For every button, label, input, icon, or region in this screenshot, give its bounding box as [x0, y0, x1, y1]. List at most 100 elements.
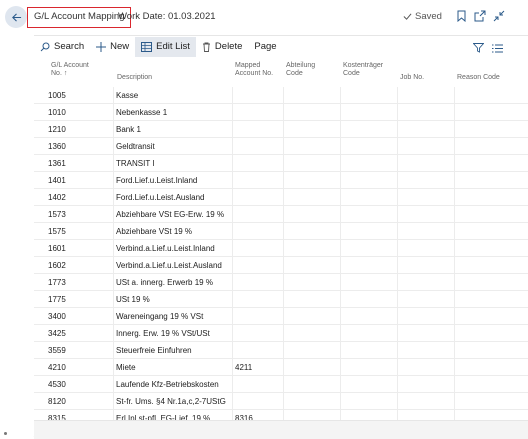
mapped-account-no-cell[interactable]: [232, 104, 283, 121]
kostentraeger-code-cell[interactable]: [340, 172, 397, 189]
gl-account-no-cell[interactable]: 3425: [46, 325, 96, 342]
kostentraeger-code-cell[interactable]: [340, 342, 397, 359]
description-cell[interactable]: Steuerfreie Einfuhren: [113, 342, 233, 359]
description-cell[interactable]: Laufende Kfz-Betriebskosten: [113, 376, 233, 393]
abteilung-code-cell[interactable]: [283, 138, 340, 155]
mapped-account-no-cell[interactable]: [232, 291, 283, 308]
job-no-cell[interactable]: [397, 257, 454, 274]
description-cell[interactable]: Kasse: [113, 87, 233, 104]
kostentraeger-code-cell[interactable]: [340, 274, 397, 291]
description-cell[interactable]: Wareneingang 19 % VSt: [113, 308, 233, 325]
table-row[interactable]: 1601 Verbind.a.Lief.u.Leist.Inland: [34, 240, 528, 257]
abteilung-code-cell[interactable]: [283, 121, 340, 138]
table-row[interactable]: 8120 St-fr. Ums. §4 Nr.1a,c,2-7UStG: [34, 393, 528, 410]
reason-code-cell[interactable]: [454, 393, 528, 410]
table-row[interactable]: 1360 Geldtransit: [34, 138, 528, 155]
reason-code-cell[interactable]: [454, 87, 528, 104]
table-row[interactable]: 3559 Steuerfreie Einfuhren: [34, 342, 528, 359]
gl-account-no-cell[interactable]: 8120: [46, 393, 96, 410]
job-no-cell[interactable]: [397, 189, 454, 206]
abteilung-code-cell[interactable]: [283, 342, 340, 359]
abteilung-code-cell[interactable]: [283, 325, 340, 342]
reason-code-cell[interactable]: [454, 359, 528, 376]
mapped-account-no-cell[interactable]: [232, 325, 283, 342]
mapped-account-no-cell[interactable]: [232, 206, 283, 223]
back-button[interactable]: [5, 6, 27, 28]
mapped-account-no-cell[interactable]: 4211: [232, 359, 283, 376]
job-no-cell[interactable]: [397, 206, 454, 223]
job-no-cell[interactable]: [397, 104, 454, 121]
reason-code-cell[interactable]: [454, 121, 528, 138]
kostentraeger-code-cell[interactable]: [340, 121, 397, 138]
kostentraeger-code-cell[interactable]: [340, 155, 397, 172]
description-cell[interactable]: TRANSIT I: [113, 155, 233, 172]
reason-code-cell[interactable]: [454, 189, 528, 206]
description-cell[interactable]: St-fr. Ums. §4 Nr.1a,c,2-7UStG: [113, 393, 233, 410]
gl-account-no-cell[interactable]: 1402: [46, 189, 96, 206]
job-no-cell[interactable]: [397, 138, 454, 155]
abteilung-code-cell[interactable]: [283, 308, 340, 325]
abteilung-code-cell[interactable]: [283, 206, 340, 223]
mapped-account-no-cell[interactable]: [232, 172, 283, 189]
abteilung-code-cell[interactable]: [283, 359, 340, 376]
mapped-account-no-cell[interactable]: [232, 257, 283, 274]
reason-code-cell[interactable]: [454, 104, 528, 121]
mapped-account-no-cell[interactable]: [232, 87, 283, 104]
abteilung-code-cell[interactable]: [283, 87, 340, 104]
kostentraeger-code-cell[interactable]: [340, 325, 397, 342]
abteilung-code-cell[interactable]: [283, 172, 340, 189]
description-cell[interactable]: Geldtransit: [113, 138, 233, 155]
table-row[interactable]: 4530 Laufende Kfz-Betriebskosten: [34, 376, 528, 393]
kostentraeger-code-cell[interactable]: [340, 359, 397, 376]
gl-account-no-cell[interactable]: 1775: [46, 291, 96, 308]
reason-code-cell[interactable]: [454, 155, 528, 172]
reason-code-cell[interactable]: [454, 257, 528, 274]
reason-code-cell[interactable]: [454, 342, 528, 359]
job-no-cell[interactable]: [397, 325, 454, 342]
abteilung-code-cell[interactable]: [283, 223, 340, 240]
job-no-cell[interactable]: [397, 393, 454, 410]
mapped-account-no-cell[interactable]: [232, 342, 283, 359]
reason-code-cell[interactable]: [454, 325, 528, 342]
edit-list-button[interactable]: Edit List: [135, 36, 196, 57]
table-row[interactable]: 1602 Verbind.a.Lief.u.Leist.Ausland: [34, 257, 528, 274]
abteilung-code-cell[interactable]: [283, 291, 340, 308]
table-row[interactable]: 1401 Ford.Lief.u.Leist.Inland: [34, 172, 528, 189]
reason-code-cell[interactable]: [454, 206, 528, 223]
kostentraeger-code-cell[interactable]: [340, 206, 397, 223]
abteilung-code-cell[interactable]: [283, 274, 340, 291]
table-row[interactable]: 1210 Bank 1: [34, 121, 528, 138]
job-no-cell[interactable]: [397, 87, 454, 104]
job-no-cell[interactable]: [397, 240, 454, 257]
description-cell[interactable]: USt a. innerg. Erwerb 19 %: [113, 274, 233, 291]
kostentraeger-code-cell[interactable]: [340, 308, 397, 325]
gl-account-no-cell[interactable]: 1573: [46, 206, 96, 223]
reason-code-cell[interactable]: [454, 223, 528, 240]
page-button[interactable]: Page: [248, 37, 282, 57]
mapped-account-no-cell[interactable]: [232, 121, 283, 138]
gl-account-no-cell[interactable]: 1210: [46, 121, 96, 138]
description-cell[interactable]: Verbind.a.Lief.u.Leist.Inland: [113, 240, 233, 257]
kostentraeger-code-cell[interactable]: [340, 138, 397, 155]
reason-code-cell[interactable]: [454, 274, 528, 291]
table-row[interactable]: 1575 Abziehbare VSt 19 %: [34, 223, 528, 240]
mapped-account-no-cell[interactable]: [232, 376, 283, 393]
table-row[interactable]: 1361 TRANSIT I: [34, 155, 528, 172]
description-cell[interactable]: Innerg. Erw. 19 % VSt/USt: [113, 325, 233, 342]
gl-account-no-cell[interactable]: 4530: [46, 376, 96, 393]
gl-account-no-cell[interactable]: 3400: [46, 308, 96, 325]
col-header-reason-code[interactable]: Reason Code: [457, 74, 500, 82]
search-button[interactable]: Search: [34, 37, 90, 57]
col-header-gl-account-no[interactable]: G/L Account No. ↑: [51, 62, 89, 78]
gl-account-no-cell[interactable]: 1401: [46, 172, 96, 189]
description-cell[interactable]: Bank 1: [113, 121, 233, 138]
col-header-kostentraeger-code[interactable]: Kostenträger Code: [343, 62, 383, 78]
reason-code-cell[interactable]: [454, 138, 528, 155]
kostentraeger-code-cell[interactable]: [340, 104, 397, 121]
mapped-account-no-cell[interactable]: [232, 155, 283, 172]
reason-code-cell[interactable]: [454, 172, 528, 189]
description-cell[interactable]: Abziehbare VSt EG-Erw. 19 %: [113, 206, 233, 223]
col-header-job-no[interactable]: Job No.: [400, 74, 424, 82]
abteilung-code-cell[interactable]: [283, 155, 340, 172]
table-row[interactable]: 4210 Miete 4211: [34, 359, 528, 376]
